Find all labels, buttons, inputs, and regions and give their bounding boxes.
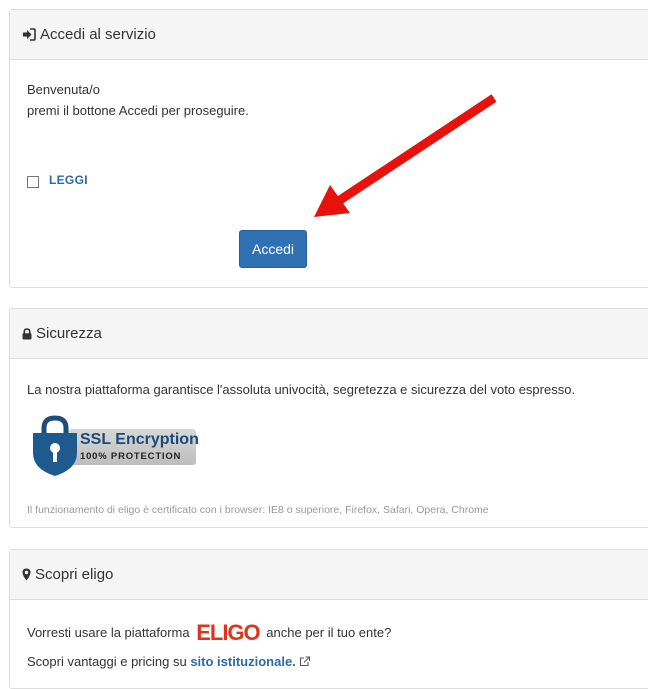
discover-line2: Scopri vantaggi e pricing su sito istitu…	[27, 654, 311, 669]
security-panel-title: Sicurezza	[36, 325, 102, 342]
security-description: La nostra piattaforma garantisce l'assol…	[27, 382, 576, 397]
ssl-badge: SSL Encryption 100% PROTECTION	[32, 415, 200, 477]
browser-note: Il funzionamento di eligo è certificato …	[27, 504, 489, 516]
discover-panel-heading: Scopri eligo	[10, 550, 648, 600]
access-panel-title: Accedi al servizio	[40, 26, 156, 43]
security-panel-heading: Sicurezza	[10, 309, 648, 359]
discover-line1: Vorresti usare la piattaforma ELIGO anch…	[27, 620, 391, 646]
welcome-text: Benvenuta/o	[27, 82, 101, 97]
ssl-badge-title: SSL Encryption	[80, 431, 199, 448]
accedi-button[interactable]: Accedi	[239, 230, 307, 268]
discover-line1-prefix: Vorresti usare la piattaforma	[27, 625, 190, 640]
discover-line1-suffix: anche per il tuo ente?	[266, 625, 392, 640]
access-panel-heading: Accedi al servizio	[10, 10, 648, 60]
instruction-text: premi il bottone Accedi per proseguire.	[27, 103, 249, 118]
discover-line2-prefix: Scopri vantaggi e pricing su	[27, 654, 187, 669]
map-marker-icon	[22, 568, 31, 581]
discover-panel-title: Scopri eligo	[35, 566, 114, 583]
access-panel: Accedi al servizio Benvenuta/o premi il …	[9, 9, 648, 288]
sign-in-icon	[22, 28, 36, 41]
leggi-link[interactable]: LEGGI	[49, 173, 88, 187]
external-link-icon[interactable]	[299, 654, 311, 669]
lock-icon	[22, 327, 32, 340]
ssl-shield-icon	[33, 415, 77, 476]
ssl-badge-subtitle: 100% PROTECTION	[80, 451, 182, 462]
security-panel: Sicurezza La nostra piattaforma garantis…	[9, 308, 648, 528]
discover-panel: Scopri eligo Vorresti usare la piattafor…	[9, 549, 648, 689]
institutional-site-link[interactable]: sito istituzionale.	[190, 654, 295, 669]
eligo-logo: ELIGO	[196, 620, 260, 645]
leggi-checkbox[interactable]	[27, 176, 39, 188]
